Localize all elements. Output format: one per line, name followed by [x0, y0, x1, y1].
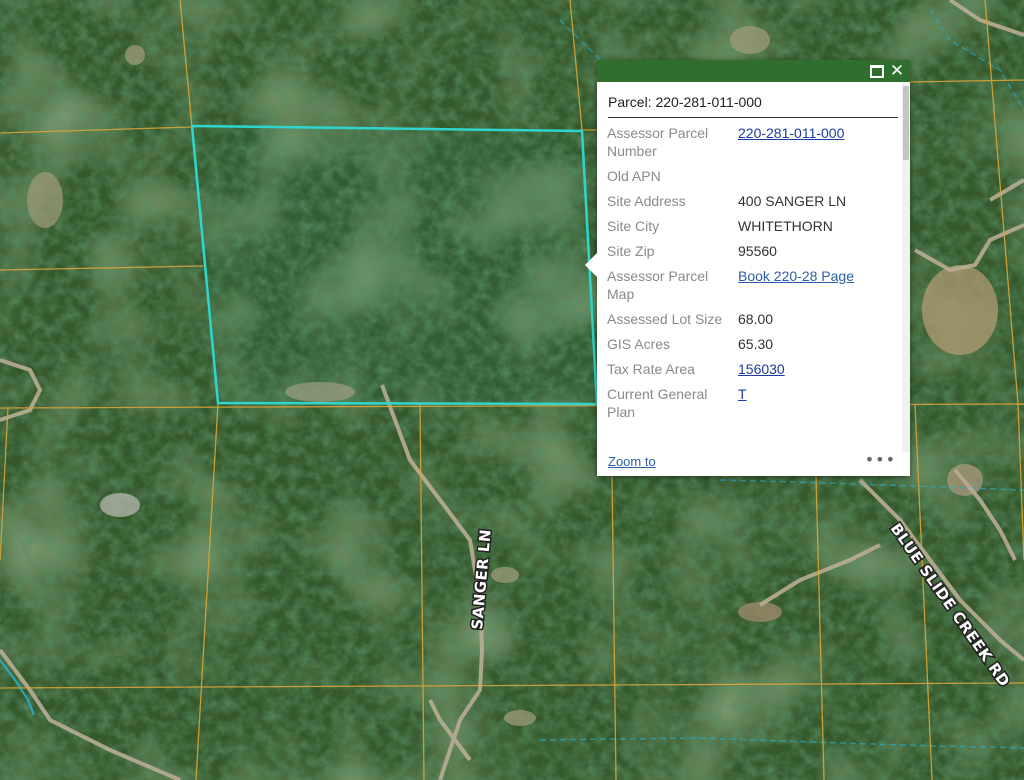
attribute-row: Assessor Parcel Number 220-281-011-000	[607, 120, 892, 163]
attribute-value: WHITETHORN	[738, 218, 833, 234]
attribute-row: Current General Plan T	[607, 381, 892, 424]
attribute-row: GIS Acres 65.30	[607, 331, 892, 356]
title-divider	[608, 117, 898, 118]
attribute-value-link[interactable]: 156030	[738, 361, 785, 377]
attribute-label: Site Zip	[607, 243, 655, 259]
maximize-icon[interactable]	[868, 61, 886, 81]
attribute-value-cell: 68.00	[738, 306, 892, 331]
attribute-row: Tax Rate Area 156030	[607, 356, 892, 381]
attribute-row: Old APN	[607, 163, 892, 188]
attribute-row: Assessed Lot Size 68.00	[607, 306, 892, 331]
popup-title: Parcel: 220-281-011-000	[608, 94, 762, 110]
attribute-value-cell: 156030	[738, 356, 892, 381]
attribute-value-cell: 400 SANGER LN	[738, 188, 892, 213]
attribute-label: Site Address	[607, 193, 686, 209]
popup-pointer	[585, 253, 597, 277]
attribute-value: 65.30	[738, 336, 774, 352]
attribute-value-cell: 65.30	[738, 331, 892, 356]
attribute-value-cell: Book 220-28 Page	[738, 263, 892, 306]
attribute-label: Site City	[607, 218, 660, 234]
attribute-row: Assessor Parcel Map Book 220-28 Page	[607, 263, 892, 306]
more-options-icon[interactable]: •••	[865, 450, 896, 469]
close-icon[interactable]: ✕	[888, 61, 906, 81]
attribute-value-cell: WHITETHORN	[738, 213, 892, 238]
attribute-label: Assessed Lot Size	[607, 311, 723, 327]
popup-footer: Zoom to •••	[608, 450, 896, 472]
attribute-value-link[interactable]: T	[738, 386, 747, 402]
attribute-value: 95560	[738, 243, 777, 259]
attribute-label: Assessor Parcel Number	[607, 125, 709, 159]
attribute-table: Assessor Parcel Number 220-281-011-000 Old…	[607, 120, 892, 424]
popup-scrollbar[interactable]	[902, 82, 910, 452]
attribute-row: Site Address 400 SANGER LN	[607, 188, 892, 213]
attribute-label: Assessor Parcel Map	[607, 268, 709, 302]
popup-attributes[interactable]: Assessor Parcel Number 220-281-011-000 Old…	[597, 120, 910, 450]
attribute-value-cell: 220-281-011-000	[738, 120, 892, 163]
attribute-label: GIS Acres	[607, 336, 671, 352]
attribute-value-link[interactable]: 220-281-011-000	[738, 125, 844, 141]
attribute-value: 400 SANGER LN	[738, 193, 847, 209]
scrollbar-thumb[interactable]	[903, 86, 909, 160]
attribute-value-cell: T	[738, 381, 892, 424]
attribute-value-link[interactable]: Book 220-28 Page	[738, 268, 854, 284]
selected-parcel-outline[interactable]	[190, 124, 599, 406]
attribute-label: Tax Rate Area	[607, 361, 695, 377]
attribute-row: Site Zip 95560	[607, 238, 892, 263]
attribute-value-cell	[738, 163, 892, 188]
attribute-value: 68.00	[738, 311, 774, 327]
popup-header: ✕	[597, 60, 910, 82]
attribute-label: Current General Plan	[607, 386, 708, 420]
attribute-value-cell: 95560	[738, 238, 892, 263]
attribute-label: Old APN	[607, 168, 661, 184]
parcel-popup: ✕ Parcel: 220-281-011-000 Assessor Parce…	[585, 60, 910, 476]
attribute-row: Site City WHITETHORN	[607, 213, 892, 238]
zoom-to-link[interactable]: Zoom to	[608, 454, 656, 469]
